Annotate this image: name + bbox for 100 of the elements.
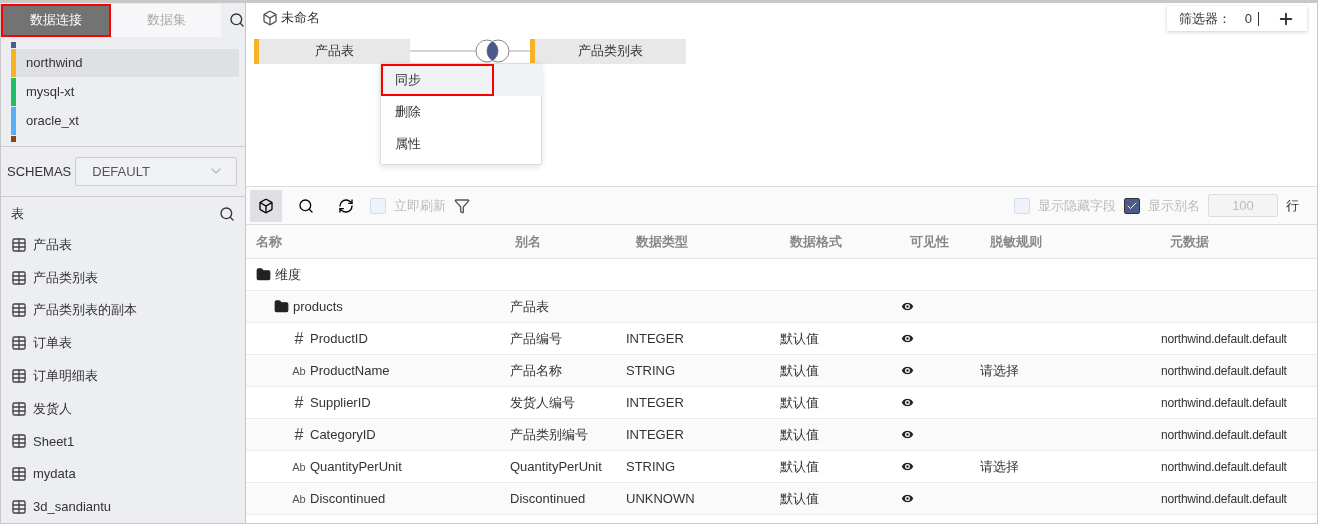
table-cell: 默认值 [780, 425, 819, 444]
column-header: 可见性 [909, 232, 950, 251]
eye-icon[interactable] [900, 427, 915, 442]
table-cell: 默认值 [780, 489, 819, 508]
table-cell: northwind.default.default [1161, 459, 1287, 474]
model-title: 未命名 [281, 9, 320, 27]
table-icon [11, 433, 27, 450]
table-item[interactable]: 订单表 [1, 326, 245, 360]
filter-label: 筛选器： [1179, 9, 1231, 28]
column-header: 数据格式 [789, 232, 843, 251]
filter-icon[interactable] [454, 197, 470, 214]
table-row[interactable]: Ab ProductName 产品名称 STRING 默认值 请选择 northwind.default.default [246, 355, 1317, 387]
table-cell: 默认值 [780, 393, 819, 412]
table-item[interactable]: 发货人 [1, 392, 245, 425]
table-icon [11, 367, 27, 384]
table-icon [11, 335, 27, 352]
table-cell: 默认值 [780, 457, 819, 476]
eye-icon[interactable] [900, 491, 915, 506]
column-header: 元数据 [1169, 232, 1210, 251]
table-cell: CategoryID [310, 427, 376, 442]
section-title: 表 [11, 204, 24, 223]
table-row[interactable]: # CategoryID 产品类别编号 INTEGER 默认值 northwind.default.default [246, 419, 1317, 451]
table-item[interactable]: mydata [1, 457, 245, 491]
cube-icon [262, 10, 278, 26]
table-cell: STRING [626, 459, 676, 474]
schema-select[interactable]: DEFAULT [75, 156, 237, 186]
table-cell: northwind.default.default [1161, 491, 1287, 506]
text-type-icon: Ab [292, 492, 306, 505]
connection-item[interactable]: mysql-xt [11, 77, 239, 106]
table-cell: 发货人编号 [510, 393, 575, 412]
checkbox-label: 显示隐藏字段 [1038, 196, 1116, 215]
eye-icon[interactable] [900, 459, 915, 474]
table-item[interactable]: 产品类别表的副本 [1, 294, 245, 327]
table-cell: northwind.default.default [1161, 331, 1287, 346]
eye-icon[interactable] [900, 395, 915, 410]
table-cell: 产品编号 [510, 329, 562, 348]
schemas-label: SCHEMAS [7, 163, 72, 179]
column-header: 别名 [514, 232, 542, 251]
table-cell: 默认值 [780, 361, 819, 380]
table-cell: INTEGER [626, 395, 684, 410]
join-drawing[interactable] [410, 38, 530, 64]
table-cell: products [293, 299, 343, 314]
table-cell: STRING [626, 363, 676, 378]
rows-unit: 行 [1286, 196, 1299, 215]
table-cell: UNKNOWN [626, 491, 695, 506]
table-item[interactable]: Sheet1 [1, 424, 245, 458]
checkbox[interactable] [1124, 197, 1140, 214]
number-type-icon: # [292, 393, 306, 412]
table-cell: ProductID [310, 331, 368, 346]
search-icon [298, 197, 314, 214]
sidebar-tab[interactable]: 数据连接 [1, 3, 111, 37]
table-icon [11, 237, 27, 254]
table-cell: Discontinued [310, 491, 386, 506]
search-icon[interactable] [229, 12, 245, 29]
number-type-icon: # [292, 329, 306, 348]
table-cell: INTEGER [626, 427, 684, 442]
refresh-icon [338, 197, 354, 214]
table-node[interactable]: 产品类别表 [530, 38, 686, 64]
table-icon [11, 269, 27, 286]
table-icon [11, 302, 27, 319]
table-cell: northwind.default.default [1161, 427, 1287, 442]
table-cell: northwind.default.default [1161, 395, 1287, 410]
table-cell: QuantityPerUnit [310, 459, 402, 474]
cube-icon [258, 197, 274, 214]
table-cell: 请选择 [980, 457, 1019, 476]
text-type-icon: Ab [292, 364, 306, 377]
table-cell: QuantityPerUnit [510, 459, 602, 474]
table-item[interactable]: 3d_sandiantu [1, 490, 245, 523]
table-cell: INTEGER [626, 331, 684, 346]
menu-item[interactable]: 删除 [381, 96, 541, 128]
text-type-icon: Ab [292, 460, 306, 473]
eye-icon[interactable] [900, 363, 915, 378]
eye-icon[interactable] [900, 299, 915, 314]
table-cell: 产品类别编号 [510, 425, 588, 444]
checkbox-label: 立即刷新 [394, 196, 446, 215]
table-cell: ProductName [310, 363, 390, 378]
table-icon [11, 400, 27, 417]
table-cell: 维度 [275, 265, 301, 284]
table-item[interactable]: 产品表 [1, 228, 245, 262]
table-item[interactable]: 订单明细表 [1, 359, 245, 393]
table-cell: northwind.default.default [1161, 363, 1287, 378]
search-icon[interactable] [219, 205, 235, 222]
connection-item[interactable]: northwind [11, 48, 239, 77]
connection-item[interactable]: oracle_xt [11, 106, 239, 135]
table-row[interactable]: Ab Discontinued Discontinued UNKNOWN 默认值 northwind.default.default [246, 483, 1317, 515]
table-cell: SupplierID [310, 395, 371, 410]
folder-icon [256, 267, 271, 282]
eye-icon[interactable] [900, 331, 915, 346]
table-icon [11, 498, 27, 515]
table-icon [11, 465, 27, 482]
menu-item[interactable]: 属性 [381, 128, 541, 160]
table-cell: 默认值 [780, 329, 819, 348]
filter-count: 0 [1244, 11, 1259, 26]
table-node[interactable]: 产品表 [254, 38, 410, 64]
folder-icon [274, 299, 289, 314]
table-row[interactable]: products 产品表 [246, 291, 1317, 323]
table-item[interactable]: 产品类别表 [1, 261, 245, 295]
settings-button[interactable] [250, 189, 282, 222]
table-cell: 请选择 [980, 361, 1019, 380]
column-header: 名称 [255, 232, 283, 251]
